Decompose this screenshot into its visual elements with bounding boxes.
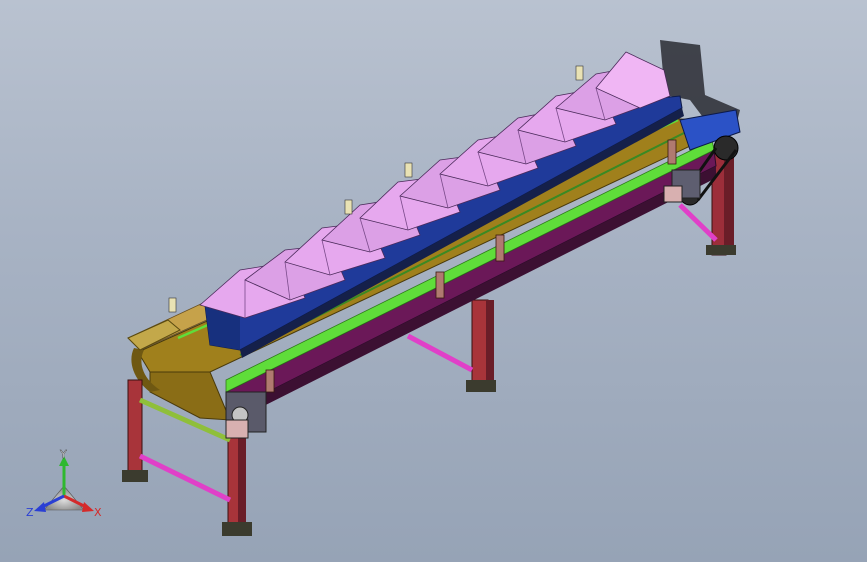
z-axis-label: Z: [26, 506, 34, 519]
x-axis-label: X: [94, 506, 102, 519]
cad-viewport[interactable]: Y X Z: [0, 0, 867, 562]
y-axis-label: Y: [59, 448, 67, 461]
near-drive-unit: [225, 391, 267, 439]
x-arrow-icon: [82, 502, 94, 512]
z-arrow-icon: [34, 502, 46, 512]
conveyor-model[interactable]: [0, 0, 867, 562]
coordinate-triad: Y X Z: [26, 448, 102, 519]
